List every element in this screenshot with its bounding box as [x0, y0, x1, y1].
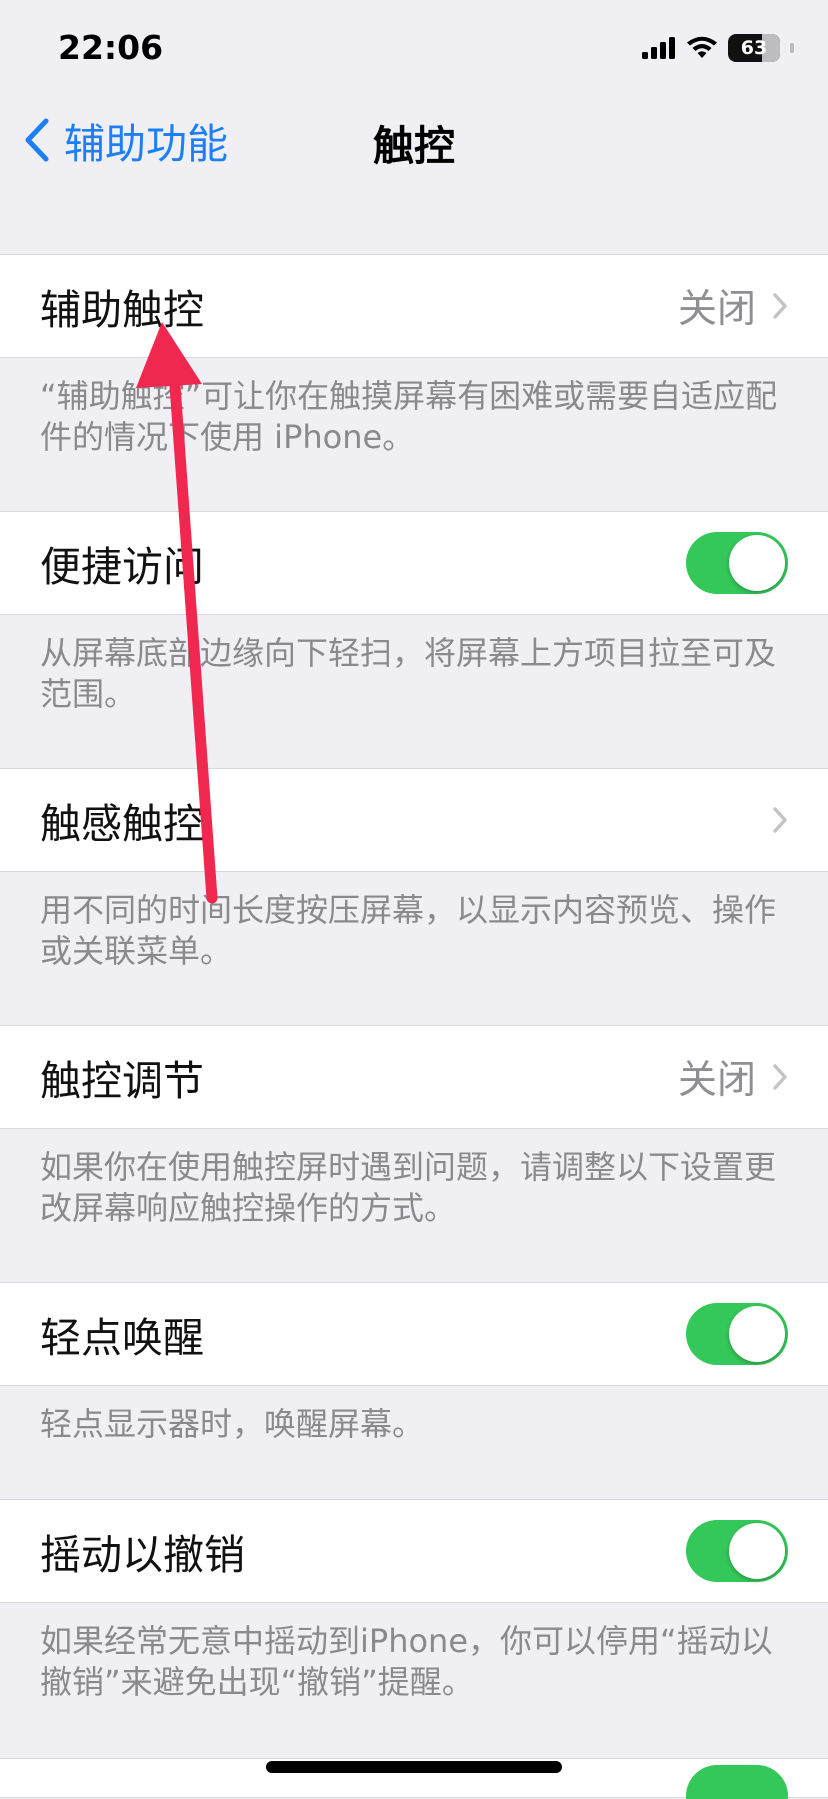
section-haptic-touch: 触感触控 用不同的时间长度按压屏幕，以显示内容预览、操作或关联菜单。: [0, 768, 828, 972]
chevron-right-icon: [773, 293, 787, 319]
row-tap-to-wake: 轻点唤醒: [0, 1282, 828, 1386]
cellular-signal-icon: [642, 37, 675, 59]
section-reachability: 便捷访问 从屏幕底部边缘向下轻扫，将屏幕上方项目拉至可及范围。: [0, 511, 828, 715]
toggle-knob: [729, 1306, 785, 1362]
battery-level: 63: [740, 37, 768, 59]
row-touch-accommodations[interactable]: 触控调节 关闭: [0, 1025, 828, 1129]
status-bar: 22:06 63: [0, 0, 828, 100]
shake-to-undo-toggle[interactable]: [686, 1520, 788, 1582]
row-reachability: 便捷访问: [0, 511, 828, 615]
row-accessory: 关闭: [678, 278, 788, 334]
page-title: 触控: [373, 122, 455, 170]
battery-tip: [790, 43, 794, 53]
tap-to-wake-toggle[interactable]: [686, 1303, 788, 1365]
row-label: 辅助触控: [40, 286, 204, 334]
partial-toggle[interactable]: [686, 1765, 788, 1799]
section-touch-accommodations: 触控调节 关闭 如果你在使用触控屏时遇到问题，请调整以下设置更改屏幕响应触控操作…: [0, 1025, 828, 1229]
reachability-toggle[interactable]: [686, 532, 788, 594]
row-label: 摇动以撤销: [40, 1531, 245, 1579]
row-shake-to-undo: 摇动以撤销: [0, 1499, 828, 1603]
row-label: 触控调节: [40, 1057, 204, 1105]
row-footer: 用不同的时间长度按压屏幕，以显示内容预览、操作或关联菜单。: [40, 891, 777, 970]
row-value: 关闭: [677, 1058, 756, 1103]
chevron-right-icon: [773, 807, 787, 833]
row-footer: 从屏幕底部边缘向下轻扫，将屏幕上方项目拉至可及范围。: [40, 634, 777, 713]
row-label: 便捷访问: [40, 543, 204, 591]
wifi-icon: [687, 36, 717, 58]
row-value: 关闭: [677, 287, 756, 332]
toggle-knob: [729, 1523, 785, 1579]
row-accessory: 关闭: [678, 1049, 788, 1105]
row-footer: 如果经常无意中摇动到iPhone，你可以停用“摇动以撤销”来避免出现“撤销”提醒…: [40, 1622, 773, 1701]
row-footer: 轻点显示器时，唤醒屏幕。: [40, 1405, 425, 1443]
row-accessory: [772, 806, 788, 834]
chevron-right-icon: [773, 1064, 787, 1090]
battery-icon: 63: [728, 34, 780, 62]
section-assistive-touch: 辅助触控 关闭 “辅助触控”可让你在触摸屏幕有困难或需要自适应配件的情况下使用 …: [0, 254, 828, 458]
navigation-bar: 辅助功能 触控: [0, 100, 828, 180]
row-label: 触感触控: [40, 800, 204, 848]
status-icons: 63: [642, 34, 794, 62]
row-assistive-touch[interactable]: 辅助触控 关闭: [0, 254, 828, 358]
section-shake-to-undo: 摇动以撤销 如果经常无意中摇动到iPhone，你可以停用“摇动以撤销”来避免出现…: [0, 1499, 828, 1703]
section-tap-to-wake: 轻点唤醒 轻点显示器时，唤醒屏幕。: [0, 1282, 828, 1445]
status-time: 22:06: [58, 28, 164, 67]
row-footer: 如果你在使用触控屏时遇到问题，请调整以下设置更改屏幕响应触控操作的方式。: [40, 1148, 777, 1227]
row-label: 轻点唤醒: [40, 1314, 204, 1362]
home-indicator: [266, 1761, 562, 1773]
row-footer: “辅助触控”可让你在触摸屏幕有困难或需要自适应配件的情况下使用 iPhone。: [40, 377, 778, 456]
toggle-knob: [729, 535, 785, 591]
row-haptic-touch[interactable]: 触感触控: [0, 768, 828, 872]
